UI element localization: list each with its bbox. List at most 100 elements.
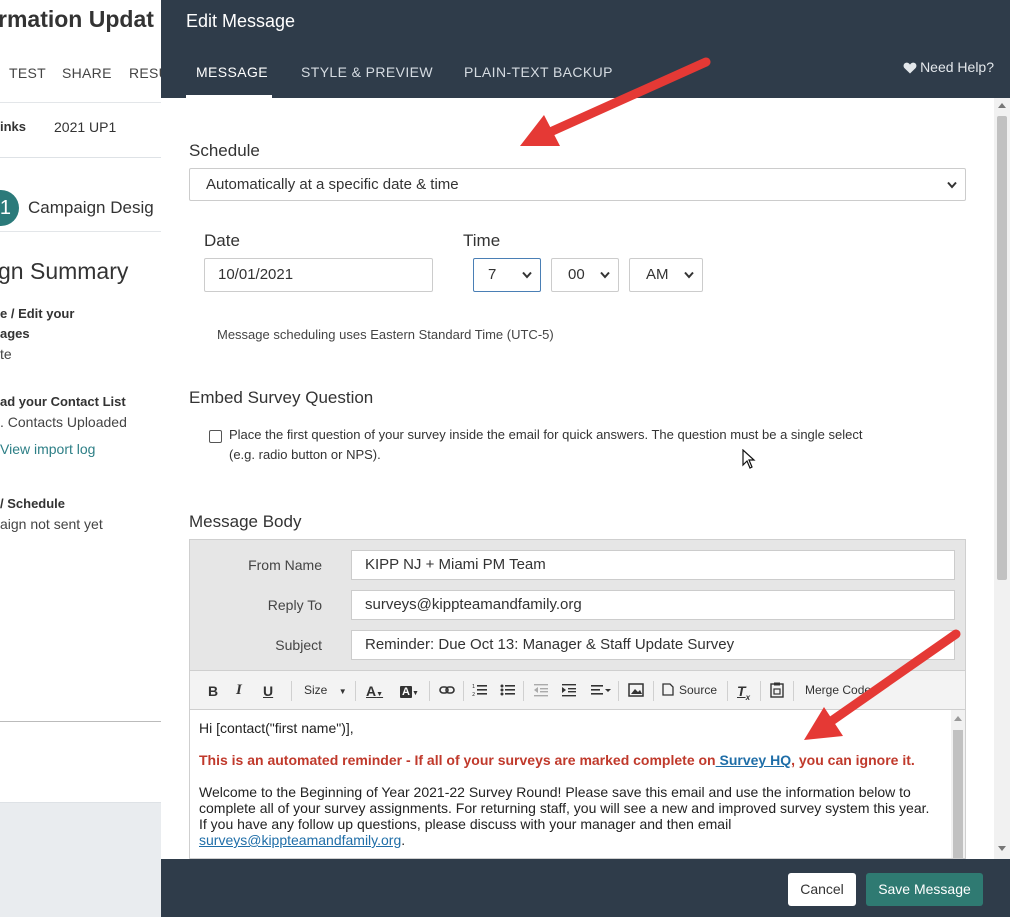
modal-scroll-thumb[interactable] <box>997 116 1007 580</box>
edit-message-modal: Edit Message MESSAGE STYLE & PREVIEW PLA… <box>161 0 1010 917</box>
message-editor[interactable]: Hi [contact("first name")], This is an a… <box>190 710 965 858</box>
support-email-link[interactable]: surveys@kippteamandfamily.org <box>199 832 401 848</box>
toolbar-separator <box>618 681 619 701</box>
indent-icon[interactable] <box>561 683 577 697</box>
paste-icon[interactable] <box>770 682 784 698</box>
tab-style-preview[interactable]: STYLE & PREVIEW <box>301 64 433 80</box>
chevron-down-icon <box>947 181 957 189</box>
numbered-list-icon[interactable]: 12 <box>472 683 488 697</box>
modal-title: Edit Message <box>186 11 296 31</box>
summary-item-title[interactable]: ad your Contact List <box>0 394 126 409</box>
scroll-up-icon[interactable] <box>998 102 1006 108</box>
remove-format-x: x <box>745 692 751 702</box>
message-body-panel: From Name KIPP NJ + Miami PM Team Reply … <box>189 539 966 859</box>
chevron-down-icon <box>600 271 610 279</box>
size-label: Size <box>304 683 328 697</box>
chevron-down-icon <box>684 271 694 279</box>
modal-footer: Cancel Save Message <box>161 859 1010 917</box>
editor-greeting: Hi [contact("first name")], <box>199 720 354 736</box>
cancel-button[interactable]: Cancel <box>788 873 856 906</box>
summary-item-title[interactable]: e / Edit your <box>0 306 74 321</box>
scroll-down-icon[interactable] <box>998 846 1006 852</box>
summary-item-status: te <box>0 346 12 362</box>
merge-codes-button[interactable]: Merge Codes <box>805 683 877 697</box>
align-icon[interactable] <box>590 683 612 697</box>
toolbar-separator <box>523 681 524 701</box>
image-icon[interactable] <box>628 683 644 697</box>
editor-paragraph-line: complete all of your survey assignments.… <box>199 800 930 816</box>
date-input[interactable]: 10/01/2021 <box>204 258 433 292</box>
background-subrow: inks 2021 UP1 <box>0 102 161 158</box>
minute-value: 00 <box>568 266 585 283</box>
divider <box>0 721 161 722</box>
underline-button[interactable]: U <box>263 683 273 699</box>
tab-plain-text-backup[interactable]: PLAIN-TEXT BACKUP <box>464 64 613 80</box>
bg-color-button[interactable]: A ▼ <box>400 683 419 698</box>
view-import-log-link[interactable]: View import log <box>0 441 95 457</box>
from-name-input[interactable]: KIPP NJ + Miami PM Team <box>351 550 955 580</box>
minute-select[interactable]: 00 <box>551 258 619 292</box>
date-label: Date <box>204 231 240 250</box>
heart-icon <box>903 62 917 74</box>
survey-hq-link[interactable]: Survey HQ <box>716 752 791 768</box>
toolbar-separator <box>291 681 292 701</box>
outdent-icon[interactable] <box>533 683 549 697</box>
editor-scroll-thumb[interactable] <box>953 730 963 858</box>
bg-color-label: A <box>400 686 412 698</box>
subject-input[interactable]: Reminder: Due Oct 13: Manager & Staff Up… <box>351 630 955 660</box>
ampm-value: AM <box>646 266 669 283</box>
tab-message[interactable]: MESSAGE <box>196 64 268 80</box>
from-name-label: From Name <box>248 557 322 573</box>
size-dropdown[interactable]: Size ▼ <box>304 683 347 697</box>
remove-format-button[interactable]: Tx <box>737 683 750 702</box>
font-color-button[interactable]: A▼ <box>366 683 383 699</box>
bullet-list-icon[interactable] <box>500 683 516 697</box>
summary-item-title-cont[interactable]: ages <box>0 326 30 341</box>
hour-select[interactable]: 7 <box>473 258 541 292</box>
bold-button[interactable]: B <box>208 683 218 699</box>
email-tail: . <box>401 832 406 848</box>
editor-toolbar: B I U Size ▼ A▼ A ▼ 12 Source Tx Merge C… <box>190 670 965 710</box>
summary-item-status: aign not sent yet <box>0 516 103 532</box>
background-tabs: TEST SHARE RESU <box>0 62 169 88</box>
modal-scrollbar[interactable] <box>994 98 1010 859</box>
source-label: Source <box>679 683 718 697</box>
editor-scrollbar[interactable] <box>951 710 965 858</box>
source-button[interactable]: Source <box>662 683 717 697</box>
tab-share[interactable]: SHARE <box>62 65 112 81</box>
summary-item-title[interactable]: / Schedule <box>0 496 65 511</box>
summary-title: gn Summary <box>0 258 129 284</box>
editor-paragraph-line: If you have any follow up questions, ple… <box>199 816 732 832</box>
campaign-code: 2021 UP1 <box>54 119 117 135</box>
caret-down-icon: ▼ <box>338 687 347 696</box>
scroll-up-icon[interactable] <box>954 715 962 721</box>
link-icon[interactable] <box>439 685 455 695</box>
svg-text:1: 1 <box>472 684 475 690</box>
italic-button[interactable]: I <box>236 682 242 699</box>
chevron-down-icon <box>522 271 532 279</box>
svg-text:2: 2 <box>472 692 475 697</box>
message-body-heading: Message Body <box>189 512 302 531</box>
toolbar-separator <box>793 681 794 701</box>
need-help-link[interactable]: Need Help? <box>903 59 994 75</box>
ampm-select[interactable]: AM <box>629 258 703 292</box>
embed-question-checkbox[interactable] <box>209 430 222 443</box>
summary-item-status: . Contacts Uploaded <box>0 414 127 430</box>
need-help-label: Need Help? <box>920 59 994 75</box>
step-label: Campaign Desig <box>28 198 154 217</box>
tab-test[interactable]: TEST <box>9 65 46 81</box>
reply-to-input[interactable]: surveys@kippteamandfamily.org <box>351 590 955 620</box>
toolbar-separator <box>653 681 654 701</box>
toolbar-separator <box>760 681 761 701</box>
modal-header: Edit Message MESSAGE STYLE & PREVIEW PLA… <box>161 0 1010 98</box>
embed-survey-heading: Embed Survey Question <box>189 388 374 407</box>
background-header: rmation Updat TEST SHARE RESU inks 2021 … <box>0 0 169 158</box>
step-number-badge: 1 <box>0 190 19 226</box>
caret-down-icon: ▼ <box>376 691 384 698</box>
schedule-mode-select[interactable]: Automatically at a specific date & time <box>189 168 966 201</box>
toolbar-separator <box>727 681 728 701</box>
background-main: 1 Campaign Desig gn Summary e / Edit you… <box>0 158 161 803</box>
toolbar-separator <box>355 681 356 701</box>
reminder-text: This is an automated reminder - If all o… <box>199 752 716 768</box>
save-message-button[interactable]: Save Message <box>866 873 983 906</box>
